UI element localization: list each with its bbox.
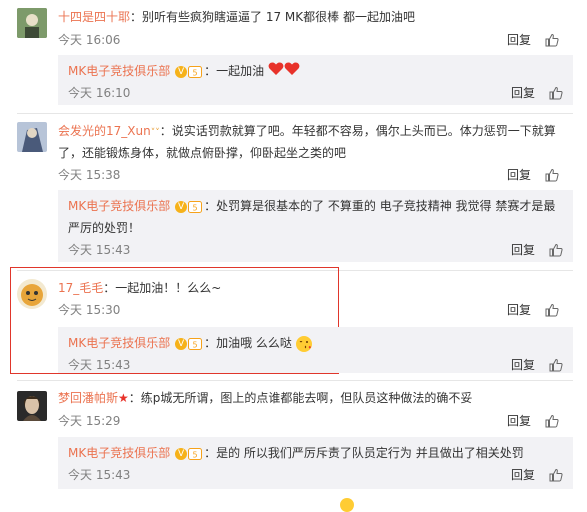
vip-badge-icon: 5 [188, 447, 203, 460]
comment-meta: 今天 15:29 回复 [58, 412, 573, 430]
reply-username[interactable]: MK电子竞技俱乐部 [68, 336, 170, 350]
star-badge-icon: ★ [118, 391, 129, 405]
comment-text: 十四是四十耶：别听有些疯狗瞎逼逼了 17 MK都很棒 都一起加油吧 [58, 6, 573, 28]
reply-text: MK电子竞技俱乐部 V 5 ：一起加油 [68, 60, 563, 83]
comment-meta: 今天 15:38 回复 [58, 166, 573, 184]
reply-text: MK电子竞技俱乐部 V 5 ：是的 所以我们严厉斥责了队员定行为 并且做出了相关处罚 [68, 442, 563, 464]
like-button[interactable] [545, 168, 559, 182]
like-button[interactable] [545, 414, 559, 428]
thumbs-up-icon [545, 33, 559, 47]
thumbs-up-icon [545, 414, 559, 428]
comment-text-line2: 了，还能锻炼身体，就做点俯卧撑，仰卧起坐之类的吧 [58, 146, 347, 160]
thumbs-up-icon [549, 358, 563, 372]
avatar[interactable] [17, 122, 47, 152]
reply-body: ：处罚算是很基本的了 不算重的 电子竞技精神 我觉得 禁赛才是最 [204, 199, 556, 213]
reply-username[interactable]: MK电子竞技俱乐部 [68, 199, 170, 213]
svg-text:5: 5 [193, 340, 198, 349]
timestamp: 今天 15:29 [58, 414, 121, 428]
thumbs-up-icon [549, 243, 563, 257]
reply-box: MK电子竞技俱乐部 V 5 ：一起加油 今天 16:10 回复 [58, 55, 573, 105]
reply-meta: 今天 16:10 回复 [68, 84, 563, 102]
comment-meta: 今天 15:30 回复 [58, 301, 573, 319]
like-button[interactable] [549, 86, 563, 100]
username[interactable]: 17_毛毛 [58, 281, 103, 295]
thumbs-up-icon [549, 86, 563, 100]
reply-body: ：一起加油 [204, 64, 265, 78]
avatar[interactable] [17, 391, 47, 421]
timestamp: 今天 15:38 [58, 168, 121, 182]
timestamp: 今天 15:43 [68, 468, 131, 482]
reply-body: ：加油哦 么么哒 [204, 336, 292, 350]
reply-username[interactable]: MK电子竞技俱乐部 [68, 446, 170, 460]
reply-username[interactable]: MK电子竞技俱乐部 [68, 64, 170, 78]
comment-body: ：一起加油！！么么~ [103, 281, 222, 295]
svg-text:5: 5 [193, 450, 198, 459]
comment-body: ：说实话罚款就算了吧。年轻都不容易，偶尔上头而已。体力惩罚一下就算 [159, 124, 556, 138]
comment-text: 17_毛毛：一起加油！！么么~ [58, 277, 573, 299]
reply-meta: 今天 15:43 回复 [68, 241, 563, 259]
like-button[interactable] [549, 358, 563, 372]
comment-meta: 今天 16:06 回复 [58, 31, 573, 49]
reply-meta: 今天 15:43 回复 [68, 356, 563, 374]
reply-box: MK电子竞技俱乐部 V 5 ：处罚算是很基本的了 不算重的 电子竞技精神 我觉得 禁… [58, 190, 573, 262]
username-badge: ˅˅ [150, 128, 160, 138]
username[interactable]: 梦回潘帕斯 [58, 391, 118, 405]
timestamp: 今天 16:06 [58, 33, 121, 47]
reply-text: MK电子竞技俱乐部 V 5 ：处罚算是很基本的了 不算重的 电子竞技精神 我觉得 禁… [68, 195, 563, 217]
partial-emoji-icon [340, 498, 354, 512]
reply-button[interactable]: 回复 [511, 241, 535, 259]
reply-button[interactable]: 回复 [511, 84, 535, 102]
avatar[interactable] [17, 8, 47, 38]
timestamp: 今天 16:10 [68, 86, 131, 100]
comment-text: 会发光的17_Xun˅˅：说实话罚款就算了吧。年轻都不容易，偶尔上头而已。体力惩… [58, 120, 573, 144]
like-button[interactable] [549, 243, 563, 257]
avatar[interactable] [17, 279, 47, 309]
reply-button[interactable]: 回复 [507, 412, 531, 430]
comment-text: 梦回潘帕斯★：练p城无所谓，图上的点谁都能去啊，但队员这种做法的确不妥 [58, 387, 573, 409]
reply-text-line2: 严厉的处罚！ [68, 221, 141, 235]
heart-emoji-icon [284, 61, 300, 83]
reply-button[interactable]: 回复 [507, 31, 531, 49]
username[interactable]: 十四是四十耶 [58, 10, 130, 24]
verified-v-icon: V [175, 337, 188, 350]
timestamp: 今天 15:30 [58, 303, 121, 317]
heart-emoji-icon [268, 61, 284, 83]
comment-body: ：练p城无所谓，图上的点谁都能去啊，但队员这种做法的确不妥 [128, 391, 473, 405]
username[interactable]: 会发光的17_Xun [58, 124, 151, 138]
svg-text:5: 5 [193, 203, 198, 212]
reply-text: MK电子竞技俱乐部 V 5 ：加油哦 么么哒 [68, 332, 563, 354]
divider [17, 113, 573, 114]
reply-button[interactable]: 回复 [511, 356, 535, 374]
thumbs-up-icon [549, 468, 563, 482]
like-button[interactable] [545, 33, 559, 47]
thumbs-up-icon [545, 303, 559, 317]
vip-badge-icon: 5 [188, 337, 203, 350]
timestamp: 今天 15:43 [68, 243, 131, 257]
like-button[interactable] [549, 468, 563, 482]
reply-box: MK电子竞技俱乐部 V 5 ：是的 所以我们严厉斥责了队员定行为 并且做出了相关处罚… [58, 437, 573, 489]
verified-v-icon: V [175, 447, 188, 460]
timestamp: 今天 15:43 [68, 358, 131, 372]
reply-meta: 今天 15:43 回复 [68, 466, 563, 484]
vip-badge-icon: 5 [188, 200, 203, 213]
thumbs-up-icon [545, 168, 559, 182]
reply-box: MK电子竞技俱乐部 V 5 ：加油哦 么么哒 今天 15:43 回复 [58, 327, 573, 373]
svg-text:5: 5 [193, 68, 198, 77]
reply-button[interactable]: 回复 [507, 166, 531, 184]
vip-badge-icon: 5 [188, 65, 203, 78]
reply-button[interactable]: 回复 [507, 301, 531, 319]
comment-body: ：别听有些疯狗瞎逼逼了 17 MK都很棒 都一起加油吧 [130, 10, 415, 24]
verified-v-icon: V [175, 200, 188, 213]
divider [17, 380, 573, 381]
kiss-face-emoji-icon [295, 335, 312, 352]
like-button[interactable] [545, 303, 559, 317]
reply-button[interactable]: 回复 [511, 466, 535, 484]
verified-v-icon: V [175, 65, 188, 78]
reply-body: ：是的 所以我们严厉斥责了队员定行为 并且做出了相关处罚 [204, 446, 524, 460]
